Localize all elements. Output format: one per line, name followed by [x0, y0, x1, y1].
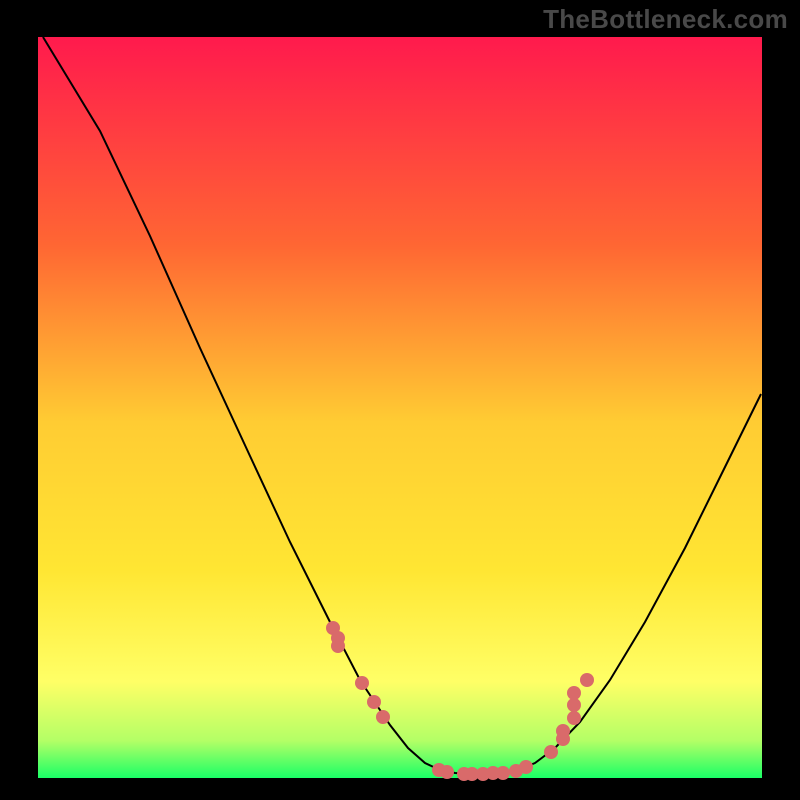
data-dot [567, 698, 581, 712]
chart-gradient-bg [38, 37, 762, 778]
data-dot [440, 765, 454, 779]
data-dot [355, 676, 369, 690]
data-dot [376, 710, 390, 724]
chart-container: { "watermark": "TheBottleneck.com", "cha… [0, 0, 800, 800]
data-dot [580, 673, 594, 687]
data-dot [496, 766, 510, 780]
data-dot [544, 745, 558, 759]
data-dot [567, 711, 581, 725]
data-dot [556, 724, 570, 738]
bottleneck-chart [0, 0, 800, 800]
data-dot [367, 695, 381, 709]
data-dot [567, 686, 581, 700]
watermark-text: TheBottleneck.com [543, 4, 788, 35]
data-dot [331, 639, 345, 653]
data-dot [519, 760, 533, 774]
